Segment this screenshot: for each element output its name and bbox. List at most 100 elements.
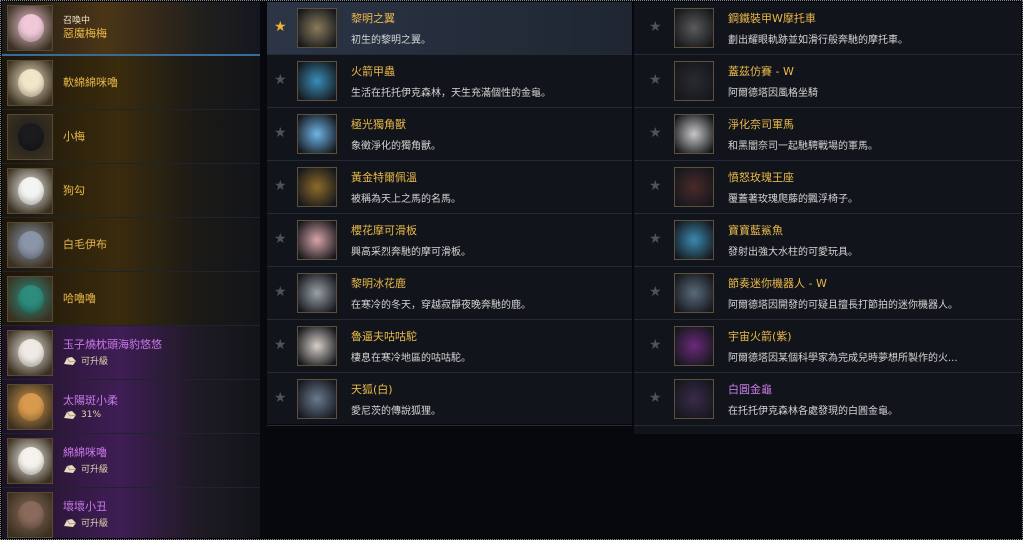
- mount-row[interactable]: ★ 黃金特爾佩溫被稱為天上之馬的名馬。: [267, 161, 632, 214]
- star-icon[interactable]: ★: [649, 20, 662, 34]
- mount-row[interactable]: ★ 宇宙火箭(紫) 阿爾德塔因某個科學家為完成兒時夢想所製作的火...: [634, 320, 1021, 373]
- mount-row[interactable]: ★ 憤怒玫瑰王座 覆蓋著玫瑰爬藤的飄浮椅子。: [634, 161, 1021, 214]
- mount-icon: [297, 273, 337, 313]
- mount-row[interactable]: ★ 黎明之翼 初生的黎明之翼。: [267, 2, 632, 55]
- mount-name: 天狐(白): [351, 383, 393, 396]
- pet-face: [18, 68, 44, 97]
- pet-face: [18, 392, 44, 421]
- star-icon[interactable]: ★: [274, 391, 287, 405]
- star-icon[interactable]: ★: [274, 232, 287, 246]
- pet-row[interactable]: 白毛伊布: [2, 218, 260, 272]
- mount-description: 在寒冷的冬天，穿越寂靜夜晚奔馳的鹿。: [351, 300, 531, 311]
- star-icon[interactable]: ★: [274, 73, 287, 87]
- mount-name: 黃金特爾佩溫: [351, 171, 417, 184]
- pet-row[interactable]: 玉子燒枕頭海豹悠悠 可升級: [2, 326, 260, 380]
- mount-list-right: ★ 鋼鐵裝甲W摩托車 劃出耀眼軌跡並如滑行般奔馳的摩托車。 ★ 蓋茲仿賽 - W 阿爾德塔…: [634, 2, 1021, 434]
- pet-face: [18, 176, 44, 205]
- pet-info: 召喚中 惡魔梅梅: [63, 15, 107, 41]
- pet-row[interactable]: 太陽斑小柔 31%: [2, 380, 260, 434]
- upgrade-text: 可升級: [81, 519, 109, 529]
- mount-icon: [297, 8, 337, 48]
- pet-list: 召喚中 惡魔梅梅 軟綿綿咪嚕 小梅 狗勾 白毛伊布 哈嚕嚕 玉子燒枕頭海豹悠悠 可升級 太陽斑小柔…: [2, 2, 260, 538]
- pet-name: 白毛伊布: [63, 237, 107, 251]
- upgrade-indicator: 可升級: [63, 462, 108, 475]
- mount-row[interactable]: ★ 魯逼夫咕咕駝 棲息在寒冷地區的咕咕駝。: [267, 320, 632, 373]
- mount-icon: [297, 326, 337, 366]
- mount-row[interactable]: ★ 淨化奈司軍馬和黑闇奈司一起馳騁戰場的軍馬。: [634, 108, 1021, 161]
- star-icon[interactable]: ★: [649, 338, 662, 352]
- pet-face: [18, 500, 44, 529]
- upgrade-text: 31%: [81, 409, 102, 420]
- mount-description: 初生的黎明之翼。: [351, 35, 431, 46]
- mount-description: 阿爾德塔因某個科學家為完成兒時夢想所製作的火...: [728, 353, 958, 364]
- pet-name: 軟綿綿咪嚕: [63, 75, 118, 89]
- mount-name: 鋼鐵裝甲W摩托車: [728, 12, 816, 25]
- star-icon[interactable]: ★: [649, 126, 662, 140]
- mount-row[interactable]: ★ 櫻花摩可滑板 興高采烈奔馳的摩可滑板。: [267, 214, 632, 267]
- star-icon[interactable]: ★: [649, 232, 662, 246]
- mount-icon: [297, 114, 337, 154]
- pet-name: 惡魔梅梅: [63, 27, 107, 40]
- mount-name: 憤怒玫瑰王座: [728, 171, 794, 184]
- mount-description: 生活在托托伊克森林，天生充滿個性的金龜。: [351, 88, 551, 99]
- pet-row[interactable]: 壞壞小丑 可升級: [2, 488, 260, 538]
- mount-row[interactable]: ★ 蓋茲仿賽 - W 阿爾德塔因風格坐騎: [634, 55, 1021, 108]
- pet-face: [18, 446, 44, 475]
- star-icon[interactable]: ★: [649, 391, 662, 405]
- mount-description: 阿爾德塔因開發的可疑且擅長打節拍的迷你機器人。: [728, 300, 958, 311]
- pet-portrait: [7, 275, 53, 322]
- pet-info: 玉子燒枕頭海豹悠悠 可升級: [63, 338, 162, 367]
- upgrade-stone-icon: [63, 356, 77, 366]
- mount-row[interactable]: ★ 天狐(白) 愛尼茨的傳說狐狸。: [267, 373, 632, 426]
- mount-row[interactable]: ★ 極光獨角獸 象徵淨化的獨角獸。: [267, 108, 632, 161]
- mount-name: 火箭甲蟲: [351, 65, 395, 78]
- star-icon[interactable]: ★: [649, 285, 662, 299]
- star-icon[interactable]: ★: [274, 20, 287, 34]
- pet-portrait: [7, 383, 53, 430]
- mount-name: 魯逼夫咕咕駝: [351, 330, 417, 343]
- pet-info: 太陽斑小柔 31%: [63, 394, 118, 420]
- pet-row[interactable]: 召喚中 惡魔梅梅: [2, 2, 260, 56]
- upgrade-text: 可升級: [81, 465, 109, 475]
- upgrade-indicator: 31%: [63, 410, 118, 420]
- pet-info: 軟綿綿咪嚕: [63, 76, 118, 90]
- pet-name: 哈嚕嚕: [63, 291, 96, 305]
- pet-row[interactable]: 哈嚕嚕: [2, 272, 260, 326]
- star-icon[interactable]: ★: [274, 179, 287, 193]
- pet-row[interactable]: 小梅: [2, 110, 260, 164]
- star-icon[interactable]: ★: [274, 285, 287, 299]
- mount-icon: [674, 273, 714, 313]
- pet-row[interactable]: 軟綿綿咪嚕: [2, 56, 260, 110]
- pet-name: 綿綿咪嚕: [63, 446, 107, 459]
- star-icon[interactable]: ★: [274, 126, 287, 140]
- mount-icon: [674, 61, 714, 101]
- mount-icon: [674, 114, 714, 154]
- mount-icon: [297, 220, 337, 260]
- mount-name: 節奏迷你機器人 - W: [728, 277, 827, 290]
- star-icon[interactable]: ★: [649, 73, 662, 87]
- mount-name: 淨化奈司軍馬: [728, 118, 794, 131]
- mount-icon: [674, 220, 714, 260]
- mount-row[interactable]: ★ 鋼鐵裝甲W摩托車 劃出耀眼軌跡並如滑行般奔馳的摩托車。: [634, 2, 1021, 55]
- star-icon[interactable]: ★: [274, 338, 287, 352]
- mount-description: 阿爾德塔因風格坐騎: [728, 88, 818, 99]
- mount-row[interactable]: ★ 黎明冰花鹿 在寒冷的冬天，穿越寂靜夜晚奔馳的鹿。: [267, 267, 632, 320]
- mount-row[interactable]: ★ 火箭甲蟲生活在托托伊克森林，天生充滿個性的金龜。: [267, 55, 632, 108]
- mount-icon: [674, 379, 714, 419]
- mount-row[interactable]: ★ 寶寶藍鯊魚 發射出強大水柱的可愛玩具。: [634, 214, 1021, 267]
- pet-info: 綿綿咪嚕可升級: [63, 446, 108, 475]
- mount-icon: [674, 326, 714, 366]
- mount-row[interactable]: ★ 白圓金龜 在托托伊克森林各處發現的白圓金龜。: [634, 373, 1021, 426]
- summon-status: 召喚中: [63, 16, 91, 26]
- mount-description: 和黑闇奈司一起馳騁戰場的軍馬。: [728, 141, 878, 152]
- mount-name: 極光獨角獸: [351, 118, 406, 131]
- pet-info: 小梅: [63, 130, 85, 144]
- mount-row[interactable]: ★ 節奏迷你機器人 - W 阿爾德塔因開發的可疑且擅長打節拍的迷你機器人。: [634, 267, 1021, 320]
- pet-portrait: [7, 167, 53, 214]
- pet-row[interactable]: 狗勾: [2, 164, 260, 218]
- pet-row[interactable]: 綿綿咪嚕可升級: [2, 434, 260, 488]
- star-icon[interactable]: ★: [649, 179, 662, 193]
- mount-icon: [297, 61, 337, 101]
- mount-description: 被稱為天上之馬的名馬。: [351, 194, 461, 205]
- pet-name: 玉子燒枕頭海豹悠悠: [63, 338, 162, 351]
